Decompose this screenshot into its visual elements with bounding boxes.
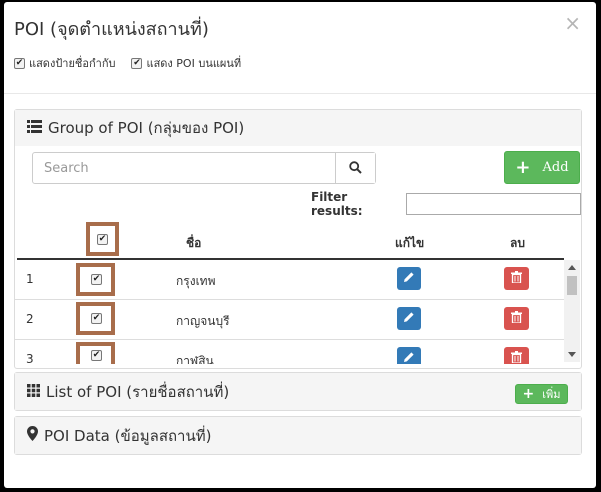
row-checkbox[interactable]: ✔ bbox=[91, 313, 102, 324]
data-panel-title: POI Data (ข้อมูลสถานที่) bbox=[44, 426, 212, 445]
add-poi-label: เพิ่ม bbox=[542, 388, 561, 401]
show-poi-checkbox[interactable]: ✔ bbox=[131, 57, 143, 69]
list-panel: List of POI (รายชื่อสถานที่) + เพิ่ม bbox=[14, 372, 582, 411]
search-input[interactable] bbox=[33, 153, 335, 183]
select-all-checkbox[interactable]: ✔ bbox=[97, 234, 108, 245]
list-panel-title: List of POI (รายชื่อสถานที่) bbox=[46, 382, 230, 401]
filter-label: Filter results: bbox=[311, 190, 363, 218]
display-options: ✔ แสดงป้ายชื่อกำกับ ✔ แสดง POI บนแผนที่ bbox=[14, 54, 241, 72]
table-row: 2 ✔ กาญจนบุรี bbox=[15, 300, 564, 340]
divider bbox=[4, 93, 596, 94]
close-icon[interactable]: × bbox=[564, 13, 581, 33]
scroll-down-icon[interactable] bbox=[568, 352, 576, 357]
add-group-button[interactable]: + Add bbox=[504, 151, 580, 184]
search-box bbox=[32, 152, 376, 184]
grid-icon bbox=[27, 383, 40, 401]
option-show-labels[interactable]: ✔ แสดงป้ายชื่อกำกับ bbox=[14, 54, 115, 72]
modal-title: POI (จุดตำแหน่งสถานที่) bbox=[14, 19, 209, 40]
data-panel: POI Data (ข้อมูลสถานที่) bbox=[14, 416, 582, 455]
row-number: 2 bbox=[26, 312, 34, 326]
row-number: 3 bbox=[26, 352, 34, 364]
group-panel-header[interactable]: Group of POI (กลุ่มของ POI) bbox=[15, 110, 581, 146]
delete-button[interactable] bbox=[504, 267, 529, 290]
group-panel-title: Group of POI (กลุ่มของ POI) bbox=[48, 119, 245, 137]
row-number: 1 bbox=[26, 272, 34, 286]
pencil-icon bbox=[403, 311, 415, 326]
group-panel: Group of POI (กลุ่มของ POI) + Add Filter… bbox=[14, 109, 582, 369]
plus-icon: + bbox=[522, 386, 535, 402]
trash-icon bbox=[511, 271, 522, 286]
edit-button[interactable] bbox=[397, 267, 421, 290]
table-header: ✔ ชื่อ แก้ไข ลบ bbox=[15, 222, 567, 260]
scroll-up-icon[interactable] bbox=[568, 265, 576, 270]
list-icon bbox=[27, 119, 42, 137]
row-name: กรุงเทพ bbox=[176, 274, 216, 288]
edit-button[interactable] bbox=[397, 347, 421, 364]
pencil-icon bbox=[403, 271, 415, 286]
table-body: 1 ✔ กรุงเทพ 2 ✔ กาญจนบุรี 3 ✔ กาฬสิน bbox=[15, 260, 567, 364]
edit-button[interactable] bbox=[397, 307, 421, 330]
filter-row: Filter results: bbox=[311, 190, 581, 218]
table-row: 1 ✔ กรุงเทพ bbox=[15, 260, 564, 300]
search-button[interactable] bbox=[335, 153, 375, 183]
trash-icon bbox=[511, 351, 522, 364]
data-panel-header[interactable]: POI Data (ข้อมูลสถานที่) bbox=[15, 417, 581, 454]
row-checkbox[interactable]: ✔ bbox=[91, 350, 102, 361]
column-name: ชื่อ bbox=[186, 236, 202, 250]
option-show-poi[interactable]: ✔ แสดง POI บนแผนที่ bbox=[131, 54, 241, 72]
map-marker-icon bbox=[27, 426, 38, 445]
column-delete: ลบ bbox=[510, 236, 525, 250]
list-panel-header[interactable]: List of POI (รายชื่อสถานที่) bbox=[15, 373, 581, 410]
row-name: กาฬสิน bbox=[176, 354, 214, 364]
show-labels-checkbox[interactable]: ✔ bbox=[14, 57, 25, 69]
delete-button[interactable] bbox=[504, 347, 529, 364]
delete-button[interactable] bbox=[504, 307, 529, 330]
pencil-icon bbox=[403, 351, 415, 364]
option-label: แสดงป้ายชื่อกำกับ bbox=[29, 57, 116, 70]
trash-icon bbox=[511, 311, 522, 326]
table-row: 3 ✔ กาฬสิน bbox=[15, 340, 564, 364]
search-icon bbox=[349, 159, 362, 178]
add-poi-button[interactable]: + เพิ่ม bbox=[515, 384, 568, 404]
row-checkbox[interactable]: ✔ bbox=[91, 274, 102, 285]
option-label: แสดง POI บนแผนที่ bbox=[146, 57, 242, 70]
poi-modal: POI (จุดตำแหน่งสถานที่) × ✔ แสดงป้ายชื่อ… bbox=[4, 2, 596, 488]
scroll-thumb[interactable] bbox=[567, 276, 577, 295]
add-label: Add bbox=[542, 160, 569, 175]
row-name: กาญจนบุรี bbox=[176, 314, 230, 328]
table-scrollbar[interactable] bbox=[564, 260, 580, 362]
column-edit: แก้ไข bbox=[395, 236, 425, 250]
filter-input[interactable] bbox=[406, 193, 581, 215]
plus-icon: + bbox=[515, 157, 531, 178]
